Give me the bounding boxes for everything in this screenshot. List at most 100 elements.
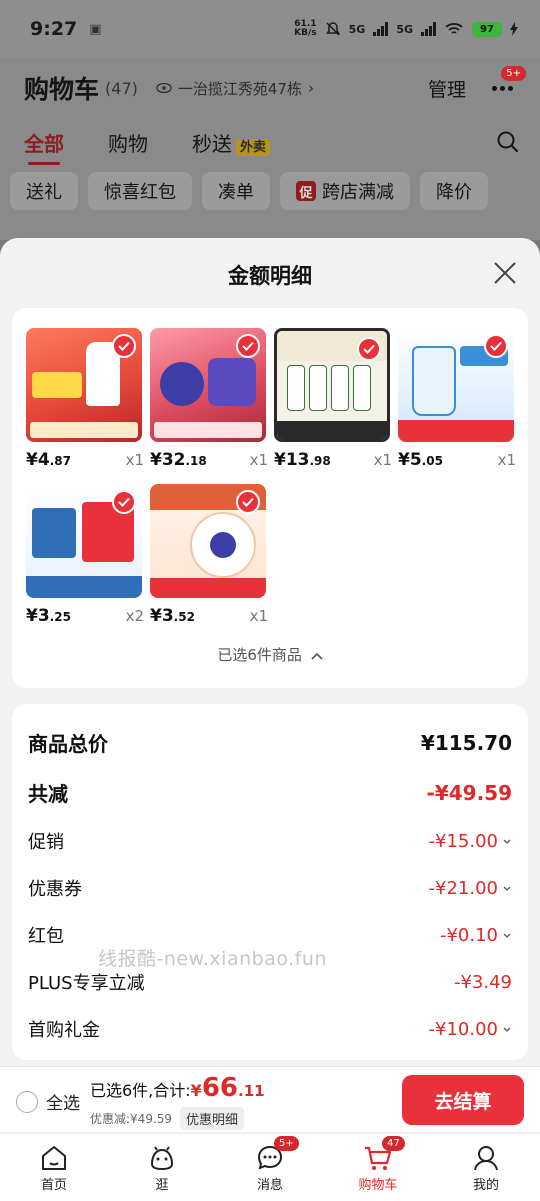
- filter-gift[interactable]: 送礼: [10, 172, 78, 210]
- total-amount-decimal: .11: [238, 1082, 265, 1100]
- product-price: ¥32: [150, 450, 186, 470]
- checked-icon[interactable]: [357, 337, 381, 361]
- cart-tabs: 全部 购物 秒送 外卖: [24, 128, 271, 165]
- row-coupon[interactable]: 优惠券 -¥21.00: [28, 875, 512, 901]
- product-quantity: x1: [249, 607, 268, 625]
- checked-icon[interactable]: [112, 334, 136, 358]
- page-title: 购物车: [24, 75, 100, 104]
- checked-icon[interactable]: [236, 490, 260, 514]
- status-indicators: 61.1 KB/s 5G 5G 97: [294, 20, 518, 38]
- address-text: 一治揽江秀苑47栋: [177, 79, 302, 98]
- checked-icon[interactable]: [484, 334, 508, 358]
- product-quantity: x1: [373, 451, 392, 469]
- product-item[interactable]: ¥13.98 x1: [274, 328, 392, 470]
- manage-button[interactable]: 管理: [428, 75, 466, 102]
- total-discount-label: 共减: [28, 782, 68, 806]
- product-price: ¥5: [398, 450, 422, 470]
- first-purchase-value: -¥10.00: [428, 1018, 498, 1040]
- product-item[interactable]: ¥3.52 x1: [150, 484, 268, 626]
- product-image: [150, 484, 266, 598]
- total-currency: ¥: [190, 1081, 202, 1100]
- product-item[interactable]: ¥5.05 x1: [398, 328, 516, 470]
- product-image: [150, 328, 266, 442]
- chevron-down-icon: [503, 1027, 511, 1032]
- product-quantity: x2: [125, 607, 144, 625]
- row-promotion[interactable]: 促销 -¥15.00: [28, 828, 512, 854]
- filter-cross-store[interactable]: 促 跨店满减: [280, 172, 410, 210]
- tab-flash-delivery[interactable]: 秒送 外卖: [192, 128, 271, 157]
- delivery-address[interactable]: 一治揽江秀苑47栋 ›: [156, 78, 314, 99]
- product-item[interactable]: ¥4.87 x1: [26, 328, 144, 470]
- product-price-decimal: .18: [185, 454, 207, 468]
- takeout-tag: 外卖: [236, 139, 271, 156]
- chevron-down-icon: [503, 886, 511, 891]
- product-item[interactable]: ¥32.18 x1: [150, 328, 268, 470]
- network-speed: 61.1 KB/s: [294, 19, 317, 38]
- filter-add-on[interactable]: 凑单: [202, 172, 270, 210]
- chevron-down-icon: [503, 933, 511, 938]
- filter-price-drop[interactable]: 降价: [420, 172, 488, 210]
- amount-detail-sheet: 金额明细 ¥4.87 x1 ¥32.18 x1 ¥13.98 x1 ¥5.05 …: [0, 238, 540, 1201]
- plus-discount-value: -¥3.49: [453, 971, 512, 993]
- total-discount-value: -¥49.59: [426, 780, 512, 805]
- row-total-discount: 共减 -¥49.59: [28, 778, 512, 807]
- product-quantity: x1: [497, 451, 516, 469]
- battery-indicator: 97: [472, 21, 502, 37]
- more-dot-icon: [492, 85, 497, 91]
- more-menu-button[interactable]: 5+: [492, 66, 526, 100]
- total-price-label: 商品总价: [28, 732, 108, 756]
- nav-home-label: 首页: [40, 1178, 67, 1193]
- first-purchase-label: 首购礼金: [28, 1020, 100, 1041]
- select-all-label: 全选: [46, 1094, 80, 1114]
- nav-browse[interactable]: 逛: [108, 1134, 216, 1201]
- product-price: ¥3: [26, 606, 50, 626]
- coupon-label: 优惠券: [28, 879, 82, 900]
- product-price-decimal: .98: [309, 454, 331, 468]
- product-price-decimal: .05: [421, 454, 443, 468]
- checked-icon[interactable]: [112, 490, 136, 514]
- sheet-title: 金额明细: [228, 264, 312, 288]
- filter-surprise-redpacket[interactable]: 惊喜红包: [88, 172, 192, 210]
- plus-discount-label: PLUS专享立减: [28, 973, 145, 994]
- select-all-radio[interactable]: [16, 1090, 38, 1113]
- product-item[interactable]: ¥3.25 x2: [26, 484, 144, 626]
- wifi-icon: [445, 23, 463, 34]
- more-badge: 5+: [501, 66, 526, 81]
- tab-all[interactable]: 全部: [24, 128, 64, 165]
- more-dot-icon: [508, 85, 513, 91]
- checkout-button[interactable]: 去结算: [402, 1075, 524, 1125]
- nav-profile[interactable]: 我的: [432, 1134, 540, 1201]
- watermark: 线报酷-new.xianbao.fun: [98, 948, 327, 970]
- nav-cart[interactable]: 购物车 47: [324, 1134, 432, 1201]
- bottom-nav: 首页 逛 消息 5+ 购物车 47 我的: [0, 1133, 540, 1201]
- promo-tag-icon: 促: [296, 181, 316, 201]
- product-price: ¥4: [26, 450, 50, 470]
- nav-browse-label: 逛: [155, 1178, 169, 1193]
- home-icon: [42, 1146, 66, 1170]
- close-icon[interactable]: [492, 260, 518, 286]
- tab-shopping[interactable]: 购物: [108, 128, 148, 157]
- product-price: ¥3: [150, 606, 174, 626]
- product-image: [26, 484, 142, 598]
- filter-cross-store-label: 跨店满减: [322, 182, 394, 203]
- status-time: 9:27: [30, 18, 78, 40]
- discount-detail-button[interactable]: 优惠明细: [180, 1107, 245, 1130]
- cart-badge: 47: [382, 1136, 405, 1151]
- selected-count-toggle[interactable]: 已选6件商品: [12, 644, 528, 665]
- row-first-purchase[interactable]: 首购礼金 -¥10.00: [28, 1016, 512, 1042]
- nav-messages[interactable]: 消息 5+: [216, 1134, 324, 1201]
- nav-messages-label: 消息: [256, 1178, 283, 1193]
- search-icon[interactable]: [496, 130, 520, 154]
- row-total-price: 商品总价 ¥115.70: [28, 728, 512, 757]
- nav-home[interactable]: 首页: [0, 1134, 108, 1201]
- browse-icon: [150, 1146, 174, 1171]
- product-price-decimal: .87: [49, 454, 71, 468]
- checkout-bar: 全选 已选6件,合计: ¥ 66.11 优惠减:¥49.59 优惠明细 去结算: [0, 1066, 540, 1132]
- checked-icon[interactable]: [236, 334, 260, 358]
- select-all-toggle[interactable]: 全选: [16, 1089, 80, 1114]
- product-quantity: x1: [249, 451, 268, 469]
- filter-chips: 送礼 惊喜红包 凑单 促 跨店满减 降价: [10, 172, 488, 210]
- network-type-1: 5G: [348, 22, 366, 36]
- total-summary: 已选6件,合计: ¥ 66.11: [90, 1073, 265, 1103]
- saved-amount: 优惠减:¥49.59: [90, 1112, 173, 1126]
